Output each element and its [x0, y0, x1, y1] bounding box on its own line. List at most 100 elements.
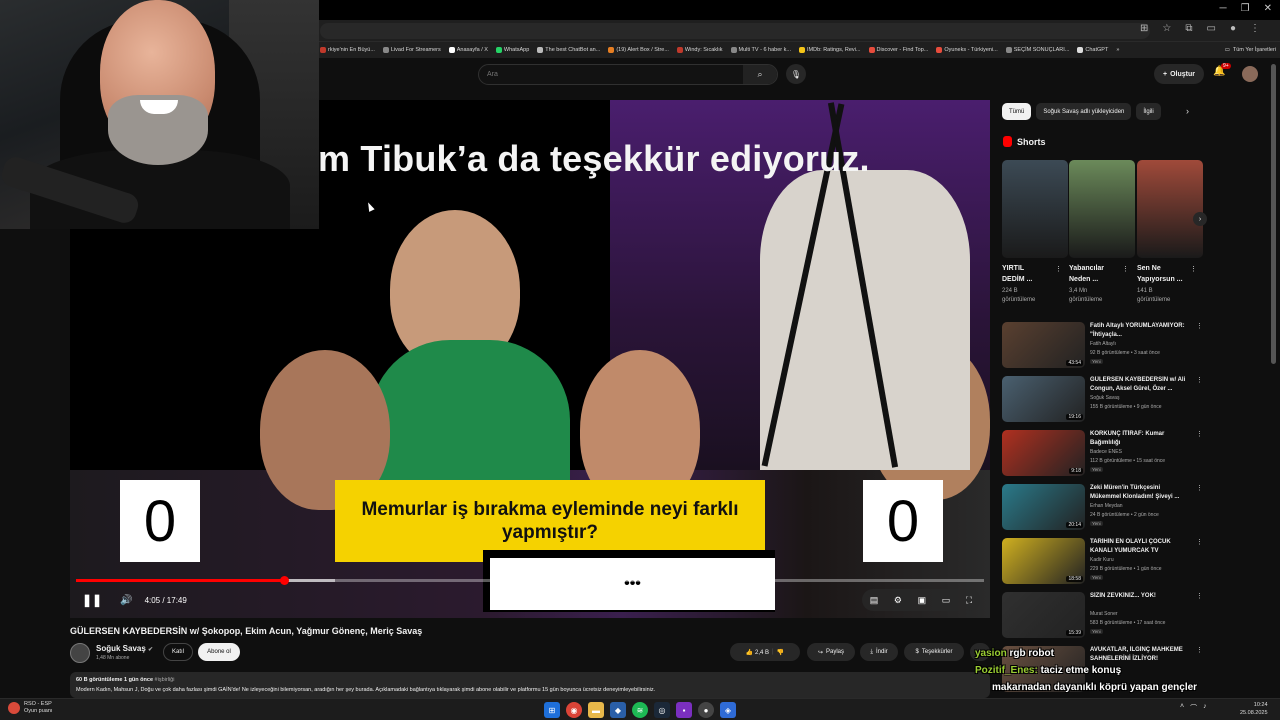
chevron-up-icon[interactable]: ˄ — [1180, 703, 1184, 713]
video-title[interactable]: KORKUNÇ İTİRAF: Kumar Bağımlılığı — [1090, 430, 1188, 448]
short-thumbnail[interactable] — [1002, 160, 1068, 258]
more-icon[interactable]: ⋮ — [1196, 484, 1203, 492]
bookmark-item[interactable]: IMDb: Ratings, Revi... — [799, 47, 861, 53]
avatar[interactable] — [1242, 66, 1258, 82]
video-thumbnail[interactable]: 9:18 — [1002, 430, 1085, 476]
sidepanel-icon[interactable]: ▭ — [1207, 23, 1216, 34]
mic-icon[interactable]: 🎙 — [786, 64, 806, 84]
thanks-button[interactable]: $ Teşekkürler — [904, 643, 964, 661]
video-thumbnail[interactable]: 20:14 — [1002, 484, 1085, 530]
more-icon[interactable]: ⋮ — [1196, 322, 1203, 330]
short-card[interactable]: Yabancılar Neden ... 3,4 Mn görüntüleme ⋮ — [1069, 160, 1135, 305]
app-icon[interactable]: ◈ — [720, 702, 736, 718]
recommended-video[interactable]: 18:58 TARİHİN EN OLAYLI ÇOCUK KANALI YUMU… — [1002, 538, 1203, 588]
video-title[interactable]: GÜLERSEN KAYBEDERSİN w/ Ali Congun, Akse… — [1090, 376, 1188, 394]
recommended-video[interactable]: 43:54 Fatih Altaylı YORUMLAYAMIYOR: "İhti… — [1002, 322, 1203, 372]
recommended-video[interactable]: 19:16 GÜLERSEN KAYBEDERSİN w/ Ali Congun,… — [1002, 376, 1203, 426]
dislike-icon[interactable]: 👎 — [777, 649, 784, 656]
more-icon[interactable]: ⋮ — [1196, 376, 1203, 384]
more-icon[interactable]: ⋮ — [1196, 538, 1203, 546]
extensions-icon[interactable]: ⧉ — [1185, 23, 1192, 34]
download-button[interactable]: ⤓ İndir — [860, 643, 898, 661]
bookmark-item[interactable]: Anasayfa / X — [448, 47, 488, 53]
video-thumbnail[interactable]: 19:16 — [1002, 376, 1085, 422]
short-thumbnail[interactable] — [1137, 160, 1203, 258]
filter-chip[interactable]: Tümü — [1002, 103, 1032, 120]
scrollbar[interactable] — [1271, 64, 1276, 364]
short-thumbnail[interactable] — [1069, 160, 1135, 258]
short-card[interactable]: Sen Ne Yapıyorsun ... 141 B görüntüleme ⋮ — [1137, 160, 1203, 305]
chevron-right-icon[interactable]: › — [1193, 212, 1207, 226]
taskbar-widget[interactable]: RSO - ESP Oyun puanı — [8, 701, 52, 715]
channel-name[interactable]: Erhan Meydan — [1090, 503, 1123, 509]
channel-name[interactable]: Soğuk Savaş — [1090, 395, 1119, 401]
all-bookmarks[interactable]: ▭ Tüm Yer İşaretleri — [1218, 42, 1276, 58]
share-button[interactable]: ↪ Paylaş — [807, 643, 855, 661]
theater-icon[interactable]: ▭ — [942, 595, 951, 606]
app-icon[interactable]: ◆ — [610, 702, 626, 718]
filter-chip[interactable]: İlgili — [1136, 103, 1161, 120]
windows-start-icon[interactable]: ⊞ — [544, 702, 560, 718]
fullscreen-icon[interactable]: ⛶ — [966, 595, 972, 606]
network-icon[interactable]: ⌒ — [1190, 703, 1197, 713]
maximize-icon[interactable]: ❐ — [1241, 3, 1250, 14]
video-title[interactable]: TARİHİN EN OLAYLI ÇOCUK KANALI YUMURCAK … — [1090, 538, 1188, 556]
more-icon[interactable]: ⋮ — [1196, 430, 1203, 438]
bookmark-item[interactable]: SEÇİM SONUÇLARI... — [1005, 47, 1069, 53]
install-icon[interactable]: ⊞ — [1140, 23, 1148, 34]
star-icon[interactable]: ☆ — [1162, 23, 1171, 34]
spotify-icon[interactable]: ≋ — [632, 702, 648, 718]
channel-name[interactable]: Fatih Altaylı — [1090, 341, 1116, 347]
obs-icon[interactable]: ● — [698, 702, 714, 718]
short-card[interactable]: YIRTIL DEDİM ... 224 B görüntüleme ⋮ — [1002, 160, 1068, 305]
channel-avatar[interactable] — [70, 643, 90, 663]
bookmark-item[interactable]: Oyuneks - Türkiyeni... — [936, 47, 998, 53]
profile-icon[interactable]: ● — [1230, 23, 1236, 34]
bookmark-item[interactable]: Discover - Find Top... — [868, 47, 928, 53]
video-thumbnail[interactable]: 15:39 — [1002, 592, 1085, 638]
recommended-video[interactable]: 9:18 KORKUNÇ İTİRAF: Kumar Bağımlılığı Bad… — [1002, 430, 1203, 480]
steam-icon[interactable]: ◎ — [654, 702, 670, 718]
video-thumbnail[interactable]: 43:54 — [1002, 322, 1085, 368]
more-icon[interactable]: ⋮ — [1055, 265, 1062, 273]
close-icon[interactable]: ✕ — [1264, 3, 1272, 14]
create-button[interactable]: + Oluştur — [1154, 64, 1204, 84]
progress-bar[interactable] — [76, 576, 984, 585]
volume-icon[interactable]: 🔊 — [120, 595, 132, 606]
bookmark-item[interactable]: The best ChatBot an... — [537, 47, 600, 53]
video-title[interactable]: Zeki Müren'in Türkçesini Mükemmel Klonla… — [1090, 484, 1188, 502]
clock[interactable]: 10:24 25.08.2025 — [1240, 701, 1268, 717]
description-box[interactable]: 60 B görüntüleme 1 gün önce #işbirliği M… — [70, 672, 990, 698]
filter-chip[interactable]: Soğuk Savaş adlı yükleyiciden — [1036, 103, 1132, 120]
more-icon[interactable]: ⋮ — [1196, 592, 1203, 600]
video-title[interactable]: Fatih Altaylı YORUMLAYAMIYOR: "İhtiyaçla… — [1090, 322, 1188, 340]
channel-name[interactable]: Murat Soner — [1090, 611, 1118, 617]
chevron-right-icon[interactable]: › — [1186, 106, 1189, 116]
bookmark-item[interactable]: Multi TV - 6 haber k... — [730, 47, 791, 53]
more-icon[interactable]: ⋮ — [1122, 265, 1129, 273]
subscribe-button[interactable]: Abone ol — [198, 643, 240, 661]
channel-name[interactable]: Kadir Kuru — [1090, 557, 1114, 563]
hashtag[interactable]: #işbirliği — [155, 677, 175, 683]
bookmark-item[interactable]: (19) Alert Box / Stre... — [608, 47, 669, 53]
channel-name[interactable]: Soğuk Savaş ✔ — [96, 644, 153, 653]
file-explorer-icon[interactable]: ▬ — [588, 702, 604, 718]
bookmark-item[interactable]: rkiye'nin En Büyü... — [320, 47, 375, 53]
speaker-icon[interactable]: ♪ — [1203, 703, 1207, 713]
pause-icon[interactable]: ❚❚ — [82, 593, 102, 607]
like-button[interactable]: 👍 2,4 B — [746, 649, 769, 656]
join-button[interactable]: Katıl — [163, 643, 193, 661]
more-icon[interactable]: ⋮ — [1190, 265, 1197, 273]
bookmarks-more[interactable]: » — [1116, 47, 1119, 53]
recommended-video[interactable]: 20:14 Zeki Müren'in Türkçesini Mükemmel K… — [1002, 484, 1203, 534]
settings-icon[interactable]: ⚙ — [894, 595, 902, 606]
bookmark-item[interactable]: WhatsApp — [495, 47, 529, 53]
search-icon[interactable]: ⌕ — [743, 65, 777, 84]
app-icon[interactable]: ▪ — [676, 702, 692, 718]
recommended-video[interactable]: 15:39 SİZİN ZEVKİNİZ... YOK! Murat Soner 58… — [1002, 592, 1203, 642]
bookmark-item[interactable]: ChatGPT — [1077, 47, 1108, 53]
video-title[interactable]: SİZİN ZEVKİNİZ... YOK! — [1090, 592, 1188, 601]
bookmark-item[interactable]: Windy: Sıcaklık — [676, 47, 723, 53]
chrome-icon[interactable]: ◉ — [566, 702, 582, 718]
menu-icon[interactable]: ⋮ — [1250, 23, 1260, 34]
